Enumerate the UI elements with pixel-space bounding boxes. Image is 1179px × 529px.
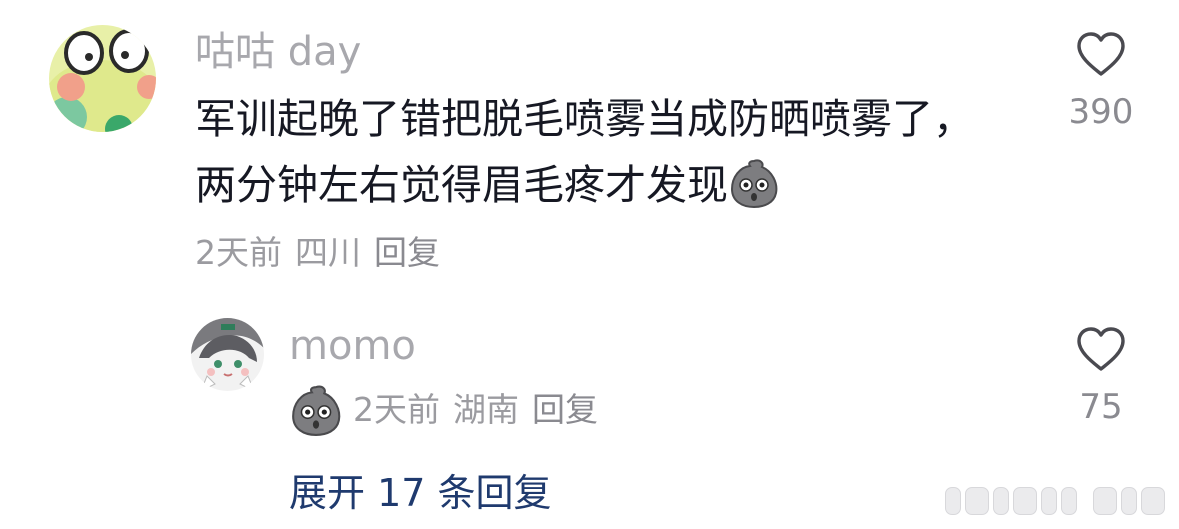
watermark [945, 487, 1165, 515]
commenter-avatar[interactable] [49, 25, 156, 132]
comment-text-line-1: 军训起晚了错把脱毛喷雾当成防晒喷雾了， [195, 95, 974, 143]
heart-icon[interactable] [1075, 325, 1127, 373]
watermark-mark [945, 487, 961, 515]
expand-replies-link[interactable]: 展开 17 条回复 [289, 470, 552, 516]
comment-reply-button[interactable]: 回复 [374, 233, 440, 273]
replier-username[interactable]: momo [289, 322, 416, 370]
heart-icon[interactable] [1075, 30, 1127, 78]
reply-reply-button[interactable]: 回复 [532, 390, 598, 430]
comment-location: 四川 [295, 233, 361, 272]
frog-avatar-image [49, 25, 156, 132]
watermark-mark [1121, 487, 1137, 515]
watermark-mark [1141, 487, 1165, 515]
comment-text-line-2-wrap: 两分钟左右觉得眉毛疼才发现 [195, 152, 780, 218]
replier-avatar[interactable] [191, 318, 264, 391]
anime-avatar-image [191, 318, 264, 391]
watermark-mark [1013, 487, 1037, 515]
reply-like-count: 75 [1079, 387, 1123, 427]
blob-face-icon [292, 385, 341, 436]
reply-location: 湖南 [453, 390, 519, 429]
commenter-username[interactable]: 咕咕 day [195, 28, 361, 76]
comment-time: 2天前 [195, 233, 282, 272]
watermark-mark [1041, 487, 1057, 515]
watermark-mark [1061, 487, 1077, 515]
reply-time: 2天前 [353, 390, 440, 429]
blob-face-icon [730, 159, 778, 209]
comment-text-line-2: 两分钟左右觉得眉毛疼才发现 [195, 161, 728, 209]
comment-like-button[interactable]: 390 [1061, 30, 1141, 132]
comment-meta: 2天前 四川 回复 [195, 233, 440, 273]
watermark-mark [965, 487, 989, 515]
reply-like-button[interactable]: 75 [1061, 325, 1141, 427]
comment-like-count: 390 [1068, 92, 1134, 132]
watermark-mark [1093, 487, 1117, 515]
reply-meta: 2天前 湖南 回复 [289, 382, 598, 438]
watermark-mark [993, 487, 1009, 515]
